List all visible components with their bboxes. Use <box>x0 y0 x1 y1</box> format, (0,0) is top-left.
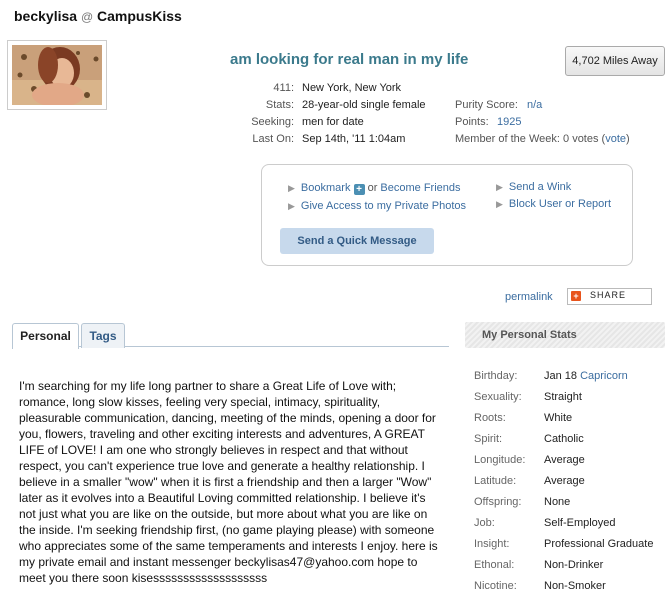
avatar[interactable] <box>7 40 107 110</box>
bio-text: I'm searching for my life long partner t… <box>19 379 438 585</box>
permalink-link[interactable]: permalink <box>505 291 553 303</box>
stat-label-offspring: Offspring: <box>474 496 522 508</box>
give-access-link[interactable]: Give Access to my Private Photos <box>301 200 466 212</box>
stat-label-spirit: Spirit: <box>474 433 503 445</box>
stat-label-latitude: Latitude: <box>474 475 517 487</box>
stat-value-ethonal: Non-Drinker <box>544 559 604 571</box>
tab-tags[interactable]: Tags <box>81 323 125 348</box>
stat-label-ethonal: Ethonal: <box>474 559 515 571</box>
site-name[interactable]: CampusKiss <box>97 8 182 24</box>
send-wink-action: ▶ Send a Wink <box>496 181 571 193</box>
triangle-icon: ▶ <box>288 183 295 193</box>
stat-label-insight: Insight: <box>474 538 510 550</box>
triangle-icon: ▶ <box>496 182 503 192</box>
info-value-stats: 28-year-old single female <box>302 99 426 111</box>
stat-value-spirit: Catholic <box>544 433 584 445</box>
info-value-seeking: men for date <box>302 116 364 128</box>
username: beckylisa <box>14 8 78 24</box>
motw-votes: 0 votes <box>563 133 599 145</box>
stat-label-birthday: Birthday: <box>474 370 518 382</box>
stat-label-job: Job: <box>474 517 495 529</box>
stat-value-nicotine: Non-Smoker <box>544 580 606 592</box>
motw-paren-close: ) <box>626 133 630 145</box>
stat-value-offspring: None <box>544 496 571 508</box>
info-value-last-on: Sep 14th, '11 1:04am <box>302 133 406 145</box>
profile-headline: am looking for real man in my life <box>230 51 469 68</box>
points-label: Points: <box>455 116 489 128</box>
motw-label: Member of the Week: <box>455 133 560 145</box>
give-access-action: ▶ Give Access to my Private Photos <box>288 200 466 212</box>
birthday-date: Jan 18 <box>544 370 578 382</box>
info-label-seeking: Seeking: <box>251 116 294 128</box>
share-label: SHARE <box>590 290 627 300</box>
share-icon: + <box>571 291 581 301</box>
stat-value-insight: Professional Graduate <box>544 538 654 550</box>
info-label-stats: Stats: <box>265 99 294 111</box>
page-title: beckylisa @ CampusKiss <box>14 8 182 24</box>
stat-label-longitude: Longitude: <box>474 454 526 466</box>
zodiac-link[interactable]: Capricorn <box>580 370 628 382</box>
tab-personal[interactable]: Personal <box>12 323 79 349</box>
stat-label-roots: Roots: <box>474 412 506 424</box>
stat-value-latitude: Average <box>544 475 585 487</box>
profile-photo[interactable] <box>12 45 102 105</box>
block-user-link[interactable]: Block User or Report <box>509 198 611 210</box>
bookmark-link[interactable]: Bookmark <box>301 182 351 194</box>
triangle-icon: ▶ <box>496 199 503 209</box>
plus-icon[interactable]: + <box>353 184 365 195</box>
distance-badge[interactable]: 4,702 Miles Away <box>565 46 665 76</box>
bookmark-action: ▶ Bookmark + or Become Friends <box>288 182 461 195</box>
at-sign: @ <box>80 10 94 24</box>
points-value[interactable]: 1925 <box>497 116 521 128</box>
send-wink-link[interactable]: Send a Wink <box>509 181 571 193</box>
personal-stats-header: My Personal Stats <box>465 322 665 348</box>
or-text: or <box>367 182 378 194</box>
stat-label-nicotine: Nicotine: <box>474 580 517 592</box>
stat-label-sexuality: Sexuality: <box>474 391 522 403</box>
info-value-411: New York, New York <box>302 82 402 94</box>
stat-value-longitude: Average <box>544 454 585 466</box>
stat-value-sexuality: Straight <box>544 391 582 403</box>
share-button[interactable]: + SHARE <box>567 288 652 305</box>
info-label-411: 411: <box>273 82 294 94</box>
stat-value-birthday: Jan 18 Capricorn <box>544 370 628 382</box>
become-friends-link[interactable]: Become Friends <box>380 182 460 194</box>
block-action: ▶ Block User or Report <box>496 198 611 210</box>
triangle-icon: ▶ <box>288 201 295 211</box>
stat-value-roots: White <box>544 412 573 424</box>
member-of-week: Member of the Week: 0 votes (vote) <box>455 133 630 145</box>
stat-value-job: Self-Employed <box>544 517 616 529</box>
purity-value[interactable]: n/a <box>527 99 542 111</box>
send-quick-message-button[interactable]: Send a Quick Message <box>280 228 434 254</box>
purity-label: Purity Score: <box>455 99 518 111</box>
vote-link[interactable]: vote <box>605 133 626 145</box>
info-label-last-on: Last On: <box>252 133 294 145</box>
